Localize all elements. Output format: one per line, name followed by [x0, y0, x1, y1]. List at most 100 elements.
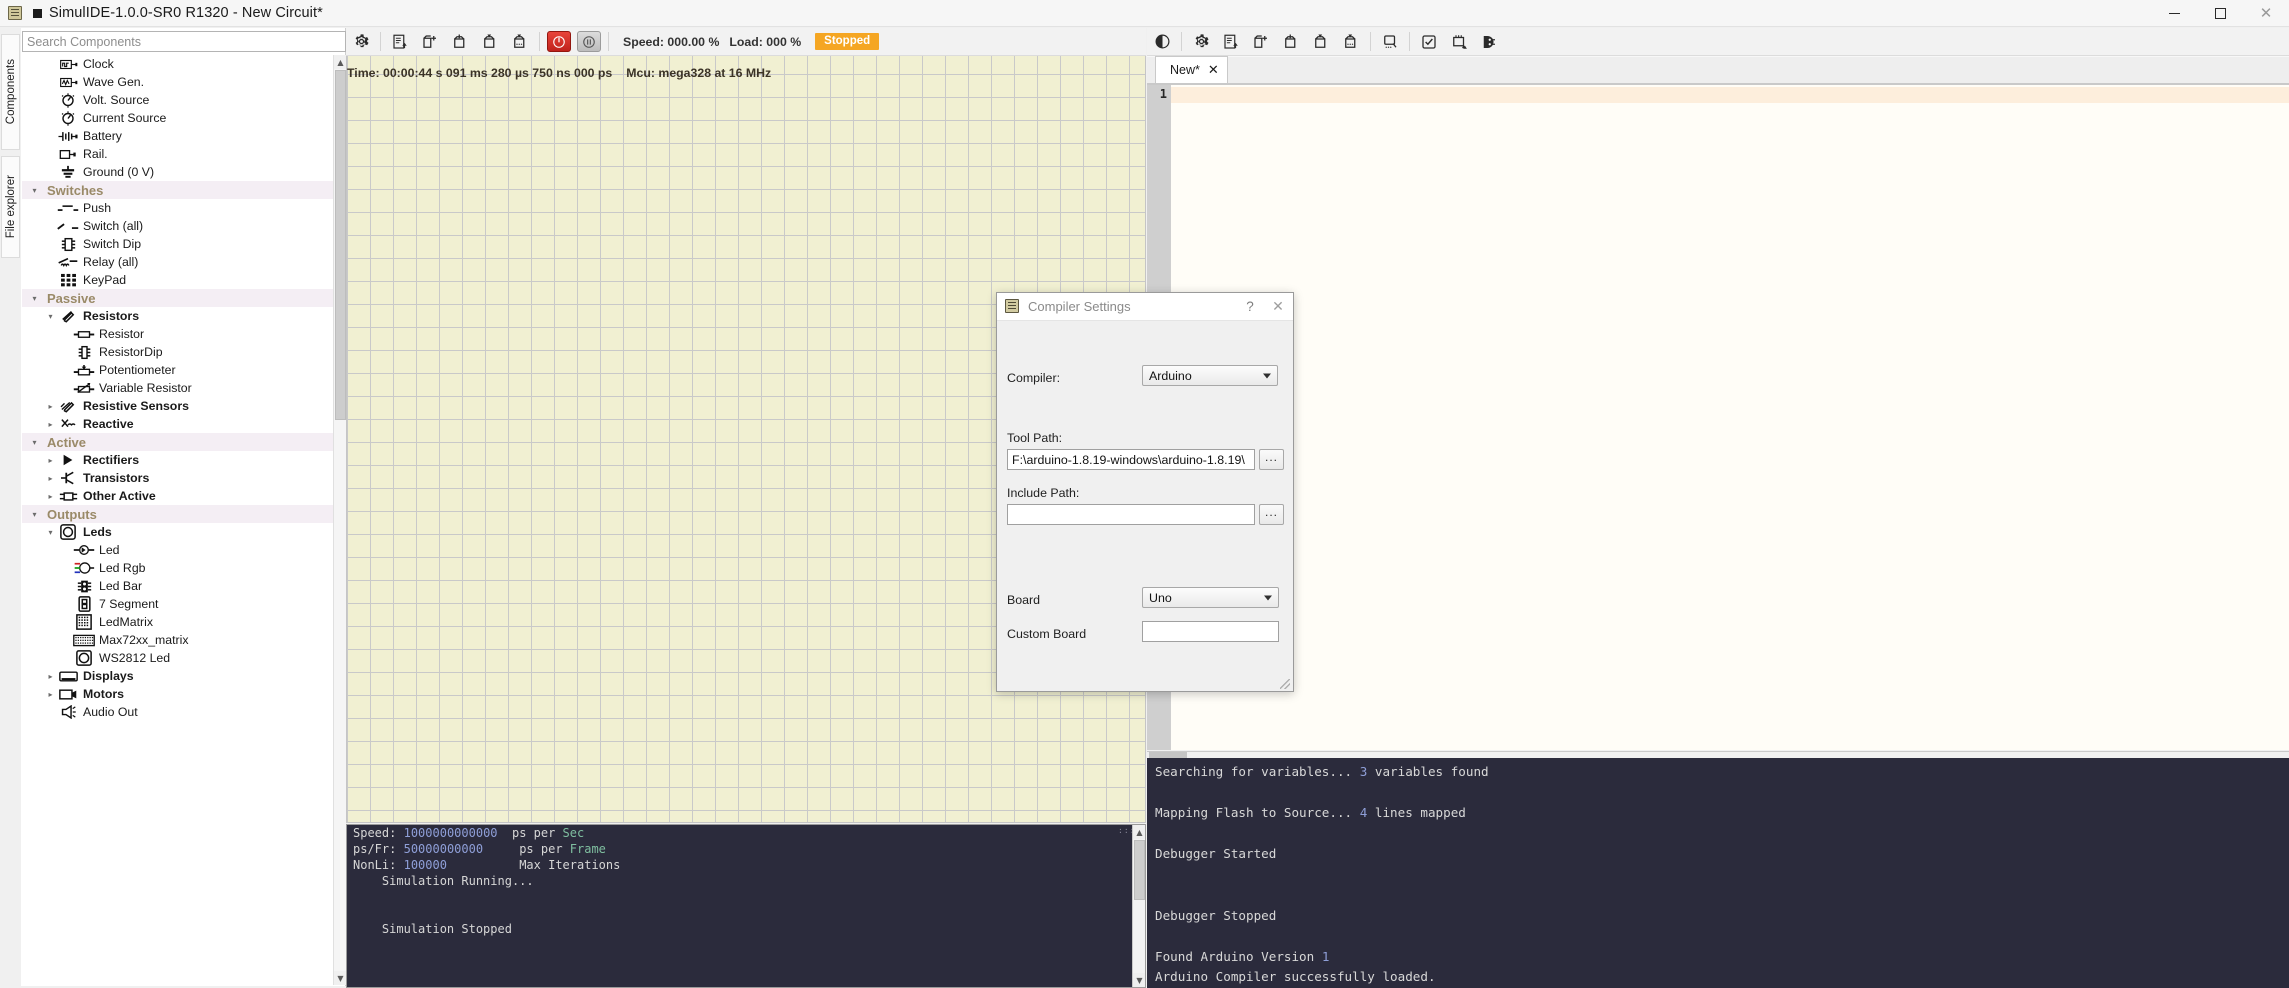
tree-item-resistordip[interactable]: ResistorDip	[22, 343, 346, 361]
dialog-close-button[interactable]: ✕	[1263, 299, 1293, 315]
tree-group-outputs[interactable]: ▾ Outputs	[22, 505, 346, 523]
debug-console[interactable]: Searching for variables... 3 variables f…	[1147, 751, 2289, 988]
compile-button[interactable]	[1416, 30, 1442, 54]
debug-button[interactable]	[1149, 30, 1175, 54]
editor-body[interactable]: 1	[1147, 84, 2289, 750]
tree-item-reactive[interactable]: ▸ Reactive	[22, 415, 346, 433]
save-file-as-button[interactable]	[1308, 30, 1334, 54]
tree-item-other-active[interactable]: ▸ Other Active	[22, 487, 346, 505]
chevron-down-icon[interactable]: ▾	[28, 510, 41, 519]
open-file-button[interactable]	[1218, 30, 1244, 54]
simulation-console[interactable]: ::::::: Speed: 1000000000000 ps per Secp…	[346, 824, 1146, 988]
tree-item-wave-gen-[interactable]: Wave Gen.	[22, 73, 346, 91]
dock-tab-file-explorer[interactable]: File explorer	[1, 156, 20, 258]
scroll-down-icon[interactable]: ▼	[334, 971, 346, 985]
tree-item-led-rgb[interactable]: Led Rgb	[22, 559, 346, 577]
dialog-resize-grip[interactable]	[1280, 679, 1290, 689]
compiler-settings-button[interactable]	[1188, 30, 1214, 54]
tree-item-variable-resistor[interactable]: Variable Resistor	[22, 379, 346, 397]
tree-group-switches[interactable]: ▾ Switches	[22, 181, 346, 199]
chevron-right-icon[interactable]: ▸	[44, 474, 57, 483]
search-input[interactable]	[22, 31, 346, 52]
tree-group-passive[interactable]: ▾ Passive	[22, 289, 346, 307]
chevron-down-icon[interactable]: ▾	[28, 438, 41, 447]
dialog-help-button[interactable]: ?	[1237, 299, 1263, 314]
save-circuit-button[interactable]	[447, 30, 473, 54]
tree-item-clock[interactable]: Clock	[22, 55, 346, 73]
chevron-down-icon[interactable]: ▾	[44, 528, 57, 537]
tree-item-ground-0-v-[interactable]: Ground (0 V)	[22, 163, 346, 181]
component-tree-scrollbar[interactable]: ▲ ▼	[333, 55, 346, 985]
sim-scroll-thumb[interactable]	[1134, 840, 1145, 900]
chevron-right-icon[interactable]: ▸	[44, 456, 57, 465]
tree-item-switch-dip[interactable]: Switch Dip	[22, 235, 346, 253]
compiler-settings-dialog[interactable]: Compiler Settings ? ✕ Compiler: Arduino …	[996, 292, 1294, 692]
tree-item-switch-all-[interactable]: Switch (all)	[22, 217, 346, 235]
custom-board-input[interactable]	[1142, 621, 1279, 642]
tree-item-rectifiers[interactable]: ▸ Rectifiers	[22, 451, 346, 469]
pause-button[interactable]	[577, 31, 601, 52]
tree-item-7-segment[interactable]: 7 Segment	[22, 595, 346, 613]
tree-item-resistive-sensors[interactable]: ▸ Resistive Sensors	[22, 397, 346, 415]
tree-item-battery[interactable]: Battery	[22, 127, 346, 145]
close-button[interactable]: ✕	[2243, 0, 2289, 27]
tree-item-ws2812-led[interactable]: WS2812 Led	[22, 649, 346, 667]
compiler-select[interactable]: Arduino	[1142, 365, 1278, 386]
tree-item-potentiometer[interactable]: Potentiometer	[22, 361, 346, 379]
chevron-right-icon[interactable]: ▸	[44, 420, 57, 429]
tree-item-audio-out[interactable]: Audio Out	[22, 703, 346, 721]
component-tree[interactable]: Clock Wave Gen. Volt. Source Current Source…	[22, 55, 346, 985]
include-path-input[interactable]	[1007, 504, 1255, 525]
sim-scroll-down-icon[interactable]: ▼	[1133, 973, 1145, 987]
save-as-button[interactable]	[477, 30, 503, 54]
scroll-up-icon[interactable]: ▲	[334, 55, 346, 69]
debug-console-handle[interactable]	[1149, 752, 1187, 758]
tree-item-resistors[interactable]: ▾ Resistors	[22, 307, 346, 325]
tree-item-transistors[interactable]: ▸ Transistors	[22, 469, 346, 487]
export-file-button[interactable]	[1338, 30, 1364, 54]
new-file-button[interactable]	[1248, 30, 1274, 54]
dialog-title-bar[interactable]: Compiler Settings ? ✕	[997, 293, 1293, 321]
tool-path-input[interactable]: F:\arduino-1.8.19-windows\arduino-1.8.19…	[1007, 449, 1255, 470]
tree-item-relay-all-[interactable]: Relay (all)	[22, 253, 346, 271]
minimize-button[interactable]	[2151, 0, 2197, 27]
dock-tab-components[interactable]: Components	[1, 34, 20, 150]
board-select[interactable]: Uno	[1142, 587, 1279, 608]
tree-item-volt-source[interactable]: Volt. Source	[22, 91, 346, 109]
tool-path-browse-button[interactable]: ...	[1259, 449, 1284, 470]
find-button[interactable]	[1377, 30, 1403, 54]
editor-text-area[interactable]	[1171, 85, 2289, 750]
tree-item-push[interactable]: Push	[22, 199, 346, 217]
tree-item-motors[interactable]: ▸ Motors	[22, 685, 346, 703]
debugger-button[interactable]	[1476, 30, 1502, 54]
power-button[interactable]	[547, 31, 571, 52]
tree-group-active[interactable]: ▾ Active	[22, 433, 346, 451]
chevron-right-icon[interactable]: ▸	[44, 492, 57, 501]
settings-button[interactable]	[348, 30, 374, 54]
chevron-right-icon[interactable]: ▸	[44, 672, 57, 681]
maximize-button[interactable]	[2197, 0, 2243, 27]
tree-item-led-bar[interactable]: Led Bar	[22, 577, 346, 595]
include-path-browse-button[interactable]: ...	[1259, 504, 1284, 525]
upload-button[interactable]	[1446, 30, 1472, 54]
tree-item-keypad[interactable]: KeyPad	[22, 271, 346, 289]
editor-tab-new[interactable]: New* ✕	[1155, 56, 1228, 83]
chevron-right-icon[interactable]: ▸	[44, 690, 57, 699]
save-file-button[interactable]	[1278, 30, 1304, 54]
tree-item-led[interactable]: Led	[22, 541, 346, 559]
scroll-thumb[interactable]	[335, 70, 346, 420]
chevron-down-icon[interactable]: ▾	[28, 294, 41, 303]
tree-item-max72xx-matrix[interactable]: Max72xx_matrix	[22, 631, 346, 649]
close-icon[interactable]: ✕	[1208, 63, 1219, 78]
sim-console-scrollbar[interactable]: ▲ ▼	[1132, 825, 1145, 987]
tree-item-displays[interactable]: ▸ Displays	[22, 667, 346, 685]
tree-item-rail-[interactable]: Rail.	[22, 145, 346, 163]
open-circuit-button[interactable]	[387, 30, 413, 54]
tree-item-current-source[interactable]: Current Source	[22, 109, 346, 127]
debug-console-handle-bar[interactable]	[1147, 751, 2289, 758]
chevron-down-icon[interactable]: ▾	[44, 312, 57, 321]
export-circuit-button[interactable]	[507, 30, 533, 54]
new-circuit-button[interactable]	[417, 30, 443, 54]
tree-item-ledmatrix[interactable]: LedMatrix	[22, 613, 346, 631]
chevron-right-icon[interactable]: ▸	[44, 402, 57, 411]
